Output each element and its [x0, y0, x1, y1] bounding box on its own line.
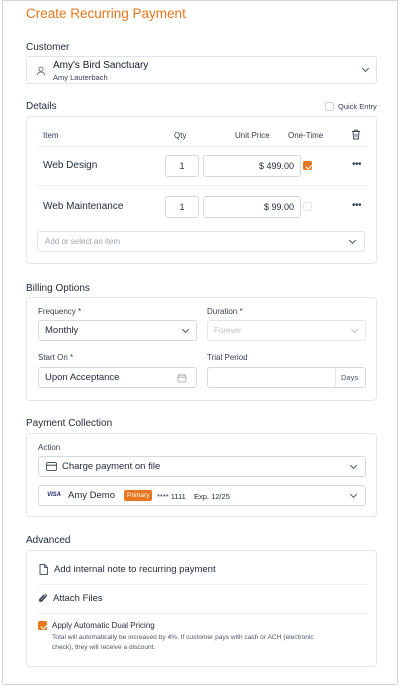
page-title: Create Recurring Payment	[26, 6, 186, 21]
primary-badge: Primary	[124, 490, 153, 501]
add-item-select[interactable]: Add or select an item	[37, 231, 365, 252]
quick-entry-label: Quick Entry	[338, 102, 377, 111]
row-1-price: $ 499.00	[258, 161, 294, 171]
action-select[interactable]: Charge payment on file	[38, 456, 366, 477]
trial-period-label: Trial Period	[207, 353, 248, 362]
billing-section-label: Billing Options	[26, 283, 90, 294]
duration-placeholder: Forever	[214, 326, 242, 335]
billing-card: Frequency * Monthly Duration * Forever S…	[26, 297, 377, 401]
customer-name: Amy's Bird Sanctuary	[53, 60, 149, 71]
row-2-one-time-checkbox[interactable]	[303, 202, 312, 211]
details-section-label: Details	[26, 101, 57, 112]
duration-select[interactable]: Forever	[207, 320, 366, 341]
row-1-qty-input[interactable]: 1	[165, 155, 199, 177]
row-1-qty: 1	[179, 161, 185, 171]
add-note-label: Add internal note to recurring payment	[54, 564, 216, 575]
trial-period-input[interactable]: Days	[207, 367, 366, 388]
action-value: Charge payment on file	[62, 461, 161, 472]
row-2-more-icon[interactable]: •••	[352, 200, 362, 211]
action-label: Action	[38, 443, 61, 452]
document-icon	[39, 564, 48, 575]
add-note-button[interactable]: Add internal note to recurring payment	[37, 557, 367, 583]
col-item: Item	[43, 131, 59, 140]
row-2-item: Web Maintenance	[43, 201, 124, 212]
chevron-down-icon	[181, 325, 190, 334]
trial-suffix: Days	[341, 373, 359, 382]
row-2-qty: 1	[179, 202, 185, 212]
col-qty: Qty	[174, 131, 187, 140]
dual-pricing-label: Apply Automatic Dual Pricing	[52, 621, 155, 630]
frequency-value: Monthly	[45, 325, 79, 336]
start-on-value: Upon Acceptance	[45, 372, 120, 383]
chevron-down-icon	[348, 236, 357, 245]
frequency-select[interactable]: Monthly	[38, 320, 197, 341]
dual-pricing-checkbox[interactable]	[38, 621, 47, 630]
chevron-down-icon	[349, 461, 358, 470]
payment-method-select[interactable]: VISA Amy Demo Primary **** 1111 Exp. 12/…	[38, 485, 366, 506]
advanced-card: Add internal note to recurring payment A…	[26, 550, 377, 667]
attach-files-label: Attach Files	[53, 593, 103, 604]
col-unit-price: Unit Price	[235, 131, 270, 140]
add-item-placeholder: Add or select an item	[45, 237, 121, 246]
advanced-section-label: Advanced	[26, 535, 71, 546]
chevron-down-icon	[349, 490, 358, 499]
visa-icon: VISA	[47, 492, 62, 498]
start-on-input[interactable]: Upon Acceptance	[38, 367, 197, 388]
row-1-more-icon[interactable]: •••	[352, 159, 362, 170]
chevron-down-icon	[350, 325, 359, 334]
dual-pricing-desc-line2: check), they will receive a discount.	[52, 644, 156, 651]
customer-contact: Amy Lauterbach	[53, 73, 108, 82]
card-number: **** 1111	[157, 492, 186, 501]
quick-entry-checkbox[interactable]	[325, 102, 334, 111]
col-one-time: One-Time	[288, 131, 324, 140]
customer-select[interactable]: Amy's Bird Sanctuary Amy Lauterbach	[26, 56, 377, 84]
calendar-icon[interactable]	[177, 373, 187, 383]
user-icon	[36, 66, 46, 76]
payment-card: Action Charge payment on file VISA Amy D…	[26, 433, 377, 517]
paperclip-icon	[38, 594, 47, 602]
row-1-price-input[interactable]: $ 499.00	[203, 155, 301, 177]
row-1-item: Web Design	[43, 160, 98, 171]
card-name: Amy Demo	[68, 490, 115, 501]
trash-icon[interactable]	[351, 129, 361, 140]
card-exp: Exp. 12/25	[194, 492, 230, 501]
frequency-label: Frequency *	[38, 307, 82, 316]
duration-label: Duration *	[207, 307, 243, 316]
attach-files-button[interactable]: Attach Files	[37, 587, 367, 611]
payment-section-label: Payment Collection	[26, 418, 113, 429]
row-2-qty-input[interactable]: 1	[165, 196, 199, 218]
credit-card-icon	[46, 462, 57, 471]
start-on-label: Start On *	[38, 353, 74, 362]
dual-pricing-desc-line1: Total will automatically be increased by…	[52, 634, 314, 641]
customer-section-label: Customer	[26, 42, 70, 53]
chevron-down-icon	[361, 64, 370, 73]
details-card: Item Qty Unit Price One-Time Web Design …	[26, 116, 377, 264]
row-2-price-input[interactable]: $ 99.00	[203, 196, 301, 218]
row-2-price: $ 99.00	[263, 202, 294, 212]
row-1-one-time-checkbox[interactable]	[303, 161, 312, 170]
